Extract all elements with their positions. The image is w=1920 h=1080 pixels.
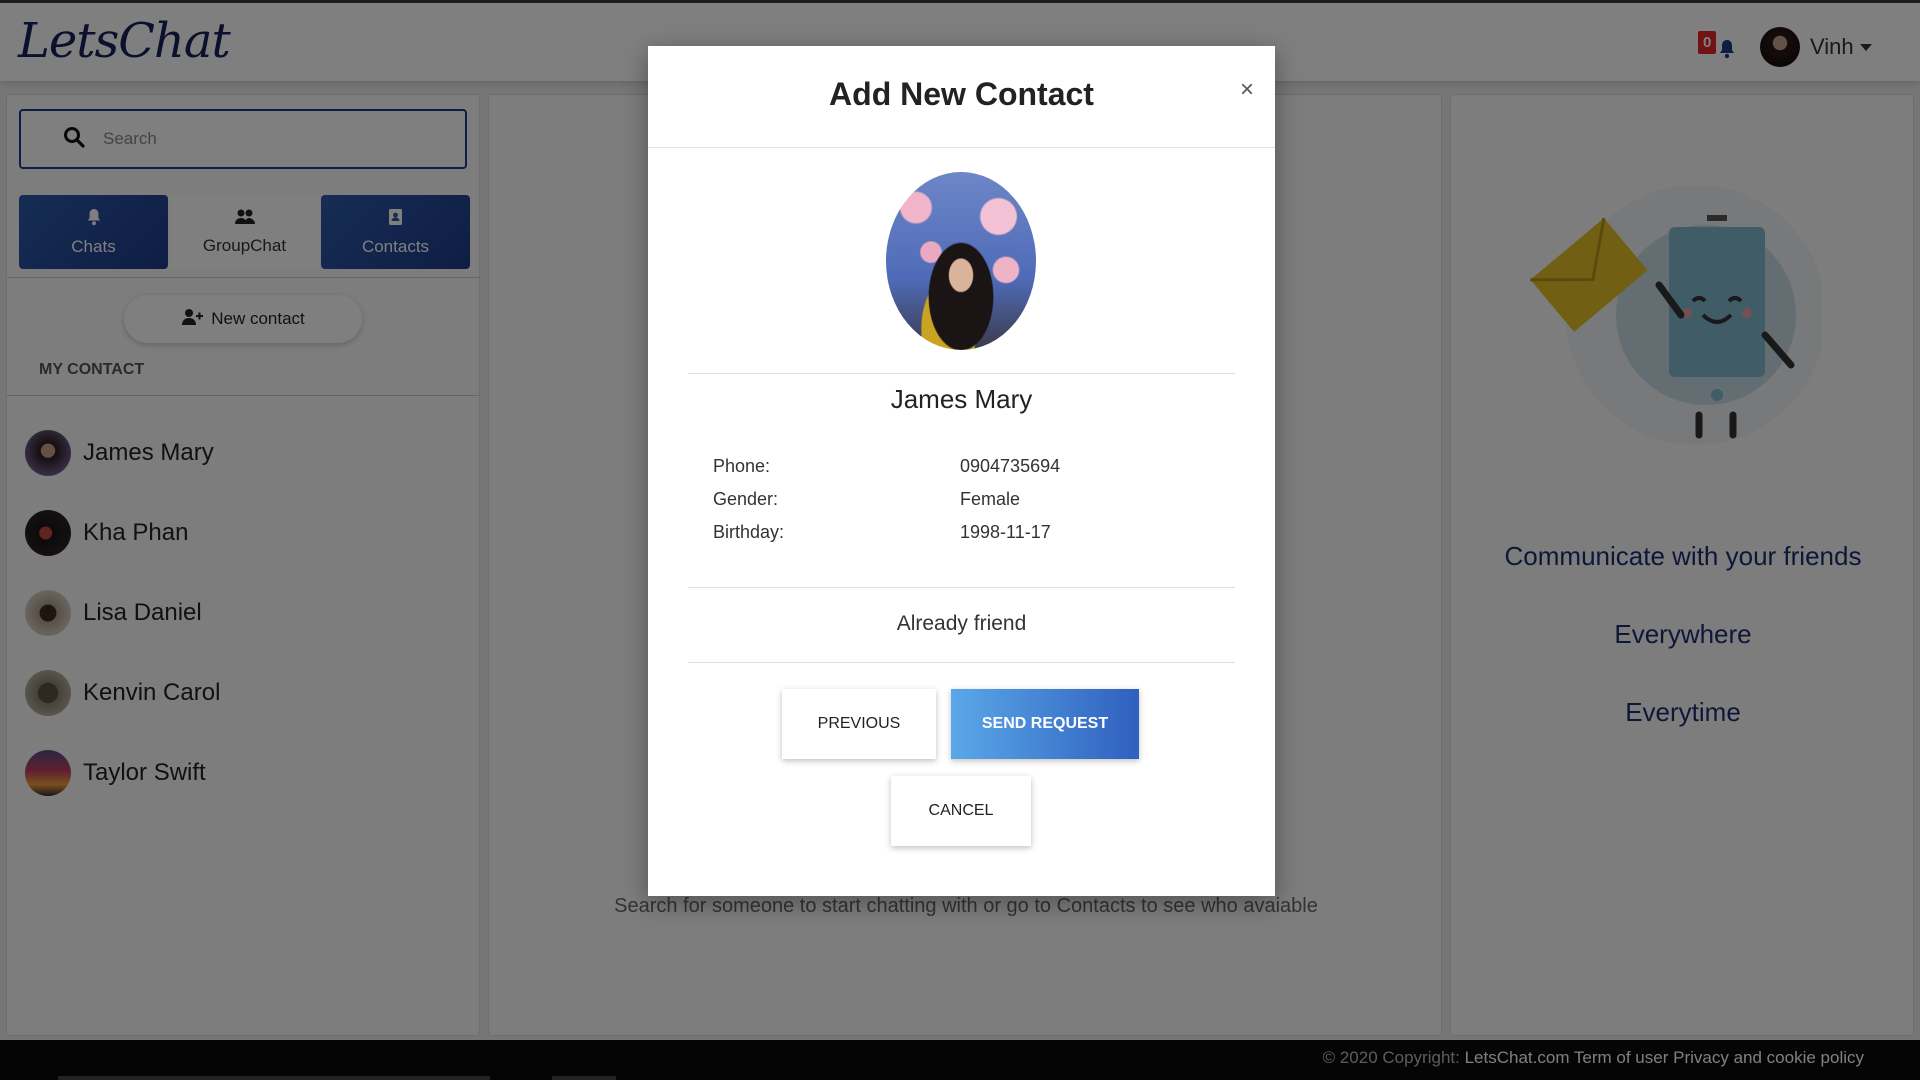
- divider: [688, 662, 1235, 663]
- divider: [648, 147, 1275, 148]
- birthday-row: Birthday: 1998-11-17: [713, 522, 1060, 555]
- profile-info: Phone: 0904735694 Gender: Female Birthda…: [713, 456, 1060, 555]
- add-contact-modal: Add New Contact × James Mary Phone: 0904…: [648, 46, 1275, 896]
- modal-title: Add New Contact: [829, 76, 1094, 112]
- divider: [688, 587, 1235, 588]
- phone-row: Phone: 0904735694: [713, 456, 1060, 489]
- close-icon[interactable]: ×: [1240, 76, 1254, 104]
- friend-status: Already friend: [896, 612, 1027, 635]
- cancel-button[interactable]: CANCEL: [891, 776, 1031, 846]
- gender-label: Gender:: [713, 489, 779, 509]
- birthday-value: 1998-11-17: [960, 522, 1051, 542]
- gender-value: Female: [960, 489, 1021, 509]
- gender-row: Gender: Female: [713, 489, 1060, 522]
- profile-name: James Mary: [890, 384, 1033, 414]
- profile-photo: [886, 172, 1036, 350]
- phone-value: 0904735694: [960, 456, 1061, 476]
- previous-button[interactable]: PREVIOUS: [782, 689, 936, 759]
- send-request-button[interactable]: SEND REQUEST: [951, 689, 1139, 759]
- phone-label: Phone:: [713, 456, 771, 476]
- birthday-label: Birthday:: [713, 522, 785, 542]
- divider: [688, 373, 1235, 374]
